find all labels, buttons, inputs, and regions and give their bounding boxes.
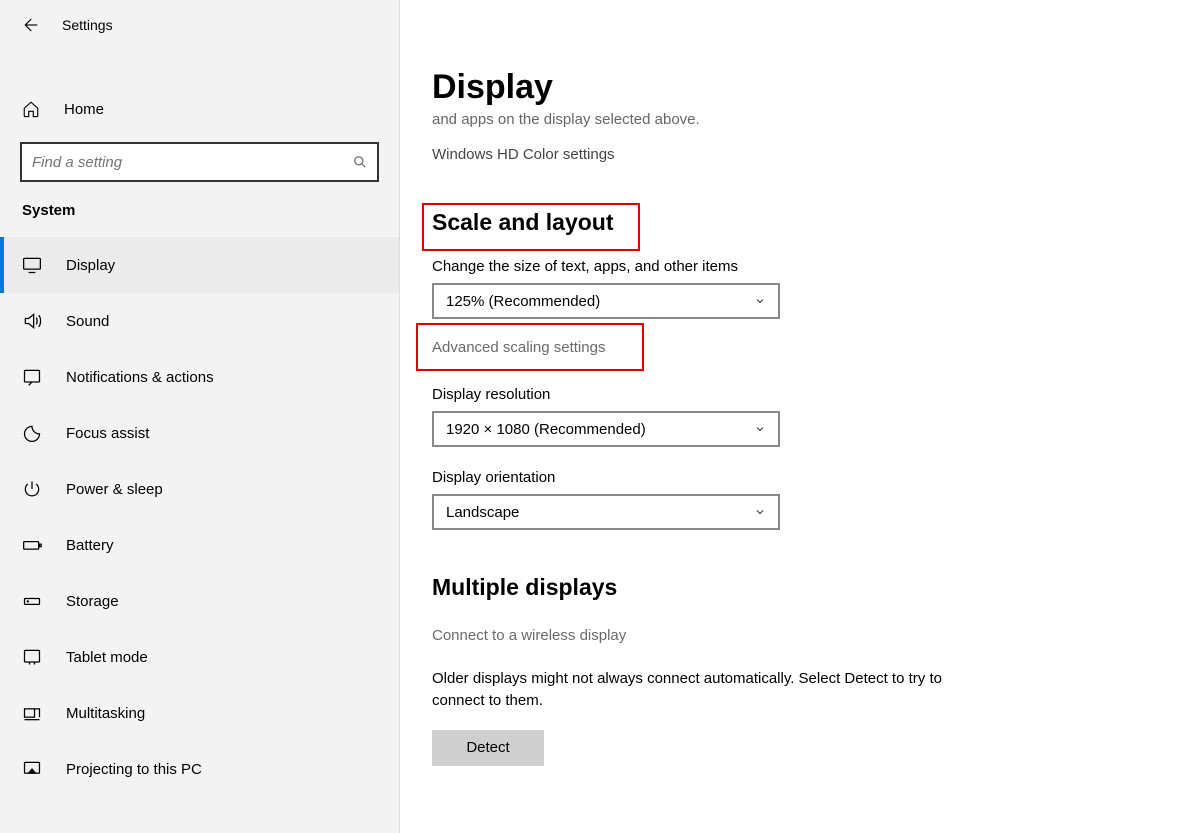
nav-label: Tablet mode xyxy=(66,649,148,666)
focus-icon xyxy=(22,423,42,443)
nav-label: Battery xyxy=(66,537,114,554)
sound-icon xyxy=(22,311,42,331)
nav-label: Focus assist xyxy=(66,425,149,442)
sidebar-item-multitasking[interactable]: Multitasking xyxy=(0,685,399,741)
nav-label: Projecting to this PC xyxy=(66,761,202,778)
home-icon xyxy=(22,100,42,118)
home-nav[interactable]: Home xyxy=(0,86,399,132)
app-title: Settings xyxy=(62,17,113,33)
category-title: System xyxy=(0,182,399,229)
detect-description: Older displays might not always connect … xyxy=(432,668,992,712)
sidebar-item-notifications[interactable]: Notifications & actions xyxy=(0,349,399,405)
search-input[interactable] xyxy=(32,154,353,171)
sidebar-item-projecting[interactable]: Projecting to this PC xyxy=(0,741,399,797)
search-wrap xyxy=(0,142,399,182)
search-icon xyxy=(353,155,367,169)
orientation-dropdown[interactable]: Landscape xyxy=(432,494,780,530)
project-icon xyxy=(22,759,42,779)
multitask-icon xyxy=(22,703,42,723)
search-box[interactable] xyxy=(20,142,379,182)
orientation-value: Landscape xyxy=(446,504,519,521)
chevron-down-icon xyxy=(754,295,766,307)
back-button[interactable] xyxy=(20,16,38,34)
nav-label: Storage xyxy=(66,593,119,610)
detect-button[interactable]: Detect xyxy=(432,730,544,766)
resolution-value: 1920 × 1080 (Recommended) xyxy=(446,421,646,438)
notifications-icon xyxy=(22,367,42,387)
chevron-down-icon xyxy=(754,423,766,435)
resolution-dropdown[interactable]: 1920 × 1080 (Recommended) xyxy=(432,411,780,447)
tablet-icon xyxy=(22,647,42,667)
advanced-scaling-link[interactable]: Advanced scaling settings xyxy=(432,339,605,356)
window-header: Settings xyxy=(0,10,399,46)
display-icon xyxy=(22,255,42,275)
orientation-label: Display orientation xyxy=(432,469,1159,486)
sidebar-item-storage[interactable]: Storage xyxy=(0,573,399,629)
sidebar: Settings Home System Display Sound xyxy=(0,0,400,833)
page-title: Display xyxy=(432,68,1159,107)
wireless-display-link[interactable]: Connect to a wireless display xyxy=(432,627,1159,644)
storage-icon xyxy=(22,591,42,611)
chevron-down-icon xyxy=(754,506,766,518)
scale-layout-heading: Scale and layout xyxy=(432,209,614,236)
nav-label: Power & sleep xyxy=(66,481,163,498)
sidebar-item-tablet-mode[interactable]: Tablet mode xyxy=(0,629,399,685)
nav-label: Multitasking xyxy=(66,705,145,722)
nav-label: Sound xyxy=(66,313,109,330)
scale-dropdown[interactable]: 125% (Recommended) xyxy=(432,283,780,319)
sidebar-item-battery[interactable]: Battery xyxy=(0,517,399,573)
resolution-label: Display resolution xyxy=(432,386,1159,403)
sidebar-item-sound[interactable]: Sound xyxy=(0,293,399,349)
nav-label: Notifications & actions xyxy=(66,369,214,386)
scale-value: 125% (Recommended) xyxy=(446,293,600,310)
cropped-description: and apps on the display selected above. xyxy=(432,111,1159,128)
home-label: Home xyxy=(64,101,104,118)
main-content: Display and apps on the display selected… xyxy=(400,0,1189,833)
power-icon xyxy=(22,479,42,499)
nav-list: Display Sound Notifications & actions Fo… xyxy=(0,237,399,797)
hd-color-link[interactable]: Windows HD Color settings xyxy=(432,146,1159,163)
nav-label: Display xyxy=(66,257,115,274)
sidebar-item-display[interactable]: Display xyxy=(0,237,399,293)
scale-label: Change the size of text, apps, and other… xyxy=(432,258,1159,275)
battery-icon xyxy=(22,535,42,555)
sidebar-item-focus-assist[interactable]: Focus assist xyxy=(0,405,399,461)
sidebar-item-power-sleep[interactable]: Power & sleep xyxy=(0,461,399,517)
multiple-displays-heading: Multiple displays xyxy=(432,574,1159,601)
